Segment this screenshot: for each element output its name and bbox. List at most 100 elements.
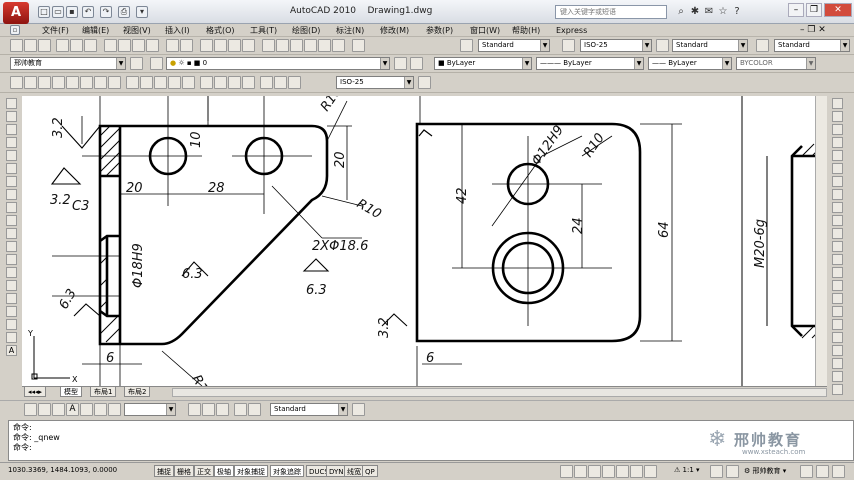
- jogged-linear-icon[interactable]: [242, 76, 255, 89]
- offset-icon[interactable]: [832, 137, 843, 148]
- tab-layout1[interactable]: 布局1: [90, 387, 117, 397]
- join-icon[interactable]: [832, 267, 843, 278]
- qat-dropdown-icon[interactable]: ▾: [136, 6, 148, 18]
- erase-icon[interactable]: [832, 98, 843, 109]
- tab-model[interactable]: 模型: [60, 387, 82, 397]
- menu-express[interactable]: Express: [556, 25, 587, 36]
- clean-screen-icon[interactable]: [832, 465, 845, 478]
- dim-style-select-2[interactable]: ISO-25 ▼: [336, 76, 414, 89]
- snap-quadrant-icon[interactable]: [832, 371, 843, 382]
- zoom-realtime-icon[interactable]: [214, 39, 227, 52]
- gradient-icon[interactable]: [6, 293, 17, 304]
- dimstyle-manager-icon[interactable]: [418, 76, 431, 89]
- mdi-controls[interactable]: – ❐ ✕: [800, 25, 826, 36]
- dim-diameter-icon[interactable]: [94, 76, 107, 89]
- pan-icon[interactable]: [200, 39, 213, 52]
- break-point-icon[interactable]: [832, 241, 843, 252]
- autocad-logo-icon[interactable]: A: [3, 2, 29, 24]
- mleader-style-select[interactable]: Standard ▼: [774, 39, 850, 52]
- qdim-icon[interactable]: [126, 76, 139, 89]
- text-a-icon[interactable]: A: [6, 345, 17, 356]
- dim-baseline-icon[interactable]: [140, 76, 153, 89]
- extend-icon[interactable]: [832, 228, 843, 239]
- dim-linear-icon[interactable]: [10, 76, 23, 89]
- menu-help[interactable]: 帮助(H): [512, 25, 540, 36]
- layer-properties-icon[interactable]: [150, 57, 163, 70]
- menu-modify[interactable]: 修改(M): [380, 25, 409, 36]
- insert-block-icon[interactable]: [6, 241, 17, 252]
- toggle-otrack[interactable]: 对象追踪: [270, 465, 304, 477]
- dim-arclength-icon[interactable]: [38, 76, 51, 89]
- block-icon-3[interactable]: [52, 403, 65, 416]
- minimize-button[interactable]: –: [788, 3, 804, 17]
- paste-icon[interactable]: [132, 39, 145, 52]
- menu-window[interactable]: 窗口(W): [470, 25, 500, 36]
- help-icon[interactable]: ?: [730, 5, 744, 19]
- copy-obj-icon[interactable]: [832, 111, 843, 122]
- horizontal-scrollbar[interactable]: [172, 388, 827, 397]
- style-select-bottom[interactable]: Standard ▼: [270, 403, 348, 416]
- menu-view[interactable]: 视图(V): [123, 25, 151, 36]
- trim-icon[interactable]: [832, 215, 843, 226]
- pan-status-icon[interactable]: [602, 465, 615, 478]
- zoom-previous-icon[interactable]: [242, 39, 255, 52]
- text-style-select[interactable]: Standard ▼: [478, 39, 550, 52]
- circle-icon[interactable]: [6, 176, 17, 187]
- favorites-icon[interactable]: ☆: [716, 5, 730, 19]
- polygon-icon[interactable]: [6, 137, 17, 148]
- steering-wheel-icon[interactable]: [630, 465, 643, 478]
- make-block-icon[interactable]: [6, 254, 17, 265]
- text-edit-icon[interactable]: [188, 403, 201, 416]
- model-icon[interactable]: [560, 465, 573, 478]
- table-style-select[interactable]: Standard ▼: [672, 39, 748, 52]
- bottom-style-select[interactable]: ▼: [124, 403, 176, 416]
- layer-select[interactable]: ● ☼ ▪ ■ 0 ▼: [166, 57, 390, 70]
- undo-icon[interactable]: ↶: [82, 6, 94, 18]
- inspect-icon[interactable]: [228, 76, 241, 89]
- quickcalc-icon[interactable]: [332, 39, 345, 52]
- preview-icon[interactable]: [70, 39, 83, 52]
- plot-icon[interactable]: ⎙: [118, 6, 130, 18]
- redo-tb-icon[interactable]: [180, 39, 193, 52]
- find-icon[interactable]: [202, 403, 215, 416]
- dim-update-icon[interactable]: [288, 76, 301, 89]
- annotation-scale[interactable]: ⚠ 1:1 ▾: [674, 466, 700, 474]
- scale-icon[interactable]: [832, 189, 843, 200]
- array-icon[interactable]: [832, 150, 843, 161]
- doc-icon[interactable]: ▫: [10, 25, 20, 35]
- undo-tb-icon[interactable]: [166, 39, 179, 52]
- cut-icon[interactable]: [104, 39, 117, 52]
- toolpalette-icon[interactable]: [290, 39, 303, 52]
- lineweight-select[interactable]: —— ByLayer ▼: [648, 57, 732, 70]
- workspace-select[interactable]: 邢帅教育 ▼: [10, 57, 126, 70]
- menu-format[interactable]: 格式(O): [206, 25, 235, 36]
- line-icon[interactable]: [6, 98, 17, 109]
- rectangle-icon[interactable]: [6, 150, 17, 161]
- isolate-icon[interactable]: [816, 465, 829, 478]
- table-icon[interactable]: [6, 319, 17, 330]
- dim-space-icon[interactable]: [168, 76, 181, 89]
- save-file-icon[interactable]: [38, 39, 51, 52]
- vertical-scrollbar[interactable]: [815, 96, 827, 386]
- quickview-drawings-icon[interactable]: [588, 465, 601, 478]
- hatch-icon[interactable]: [6, 280, 17, 291]
- matchprop-icon[interactable]: [146, 39, 159, 52]
- block-icon-5[interactable]: [80, 403, 93, 416]
- block-icon-7[interactable]: [108, 403, 121, 416]
- menu-parameters[interactable]: 参数(P): [426, 25, 453, 36]
- move-icon[interactable]: [832, 163, 843, 174]
- revcloud-icon[interactable]: [6, 189, 17, 200]
- designcenter-icon[interactable]: [276, 39, 289, 52]
- table-style-icon[interactable]: [656, 39, 669, 52]
- communication-icon[interactable]: ✉: [702, 5, 716, 19]
- region-icon[interactable]: [6, 306, 17, 317]
- spline-icon[interactable]: [6, 202, 17, 213]
- color-select[interactable]: ■ ByLayer ▼: [434, 57, 532, 70]
- stretch-icon[interactable]: [832, 202, 843, 213]
- properties-icon[interactable]: [262, 39, 275, 52]
- tab-layout2[interactable]: 布局2: [124, 387, 151, 397]
- snap-midpoint-icon[interactable]: [832, 345, 843, 356]
- close-button[interactable]: ✕: [824, 3, 852, 17]
- mirror-icon[interactable]: [832, 124, 843, 135]
- arc-icon[interactable]: [6, 163, 17, 174]
